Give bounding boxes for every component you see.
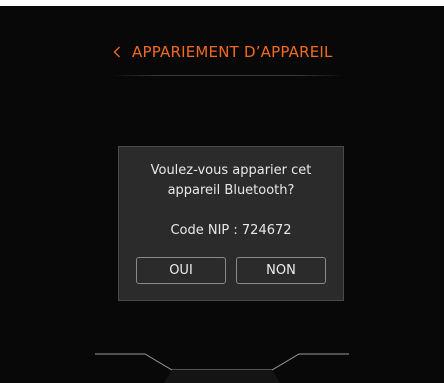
pairing-dialog: Voulez-vous apparier cet appareil Blueto…: [118, 146, 344, 301]
dialog-message: Voulez-vous apparier cet appareil Blueto…: [119, 161, 343, 201]
screen-header: APPARIEMENT D’APPAREIL: [110, 34, 350, 70]
pin-label: Code NIP: [170, 223, 230, 238]
yes-button-label: OUI: [169, 263, 193, 278]
pin-value: 724672: [241, 223, 292, 238]
page-title: APPARIEMENT D’APPAREIL: [132, 43, 333, 61]
bottom-bezel-decoration: [95, 353, 349, 383]
yes-button[interactable]: OUI: [136, 257, 226, 284]
dialog-message-line-2: appareil Bluetooth?: [167, 183, 295, 198]
header-divider: [112, 75, 344, 76]
chevron-left-icon[interactable]: [110, 42, 124, 62]
pairing-screen: APPARIEMENT D’APPAREIL Voulez-vous appar…: [0, 6, 444, 383]
pin-code-row: Code NIP : 724672: [119, 221, 343, 241]
no-button-label: NON: [266, 263, 296, 278]
pin-separator: :: [229, 223, 242, 238]
no-button[interactable]: NON: [236, 257, 326, 284]
dialog-message-line-1: Voulez-vous apparier cet: [150, 163, 312, 178]
